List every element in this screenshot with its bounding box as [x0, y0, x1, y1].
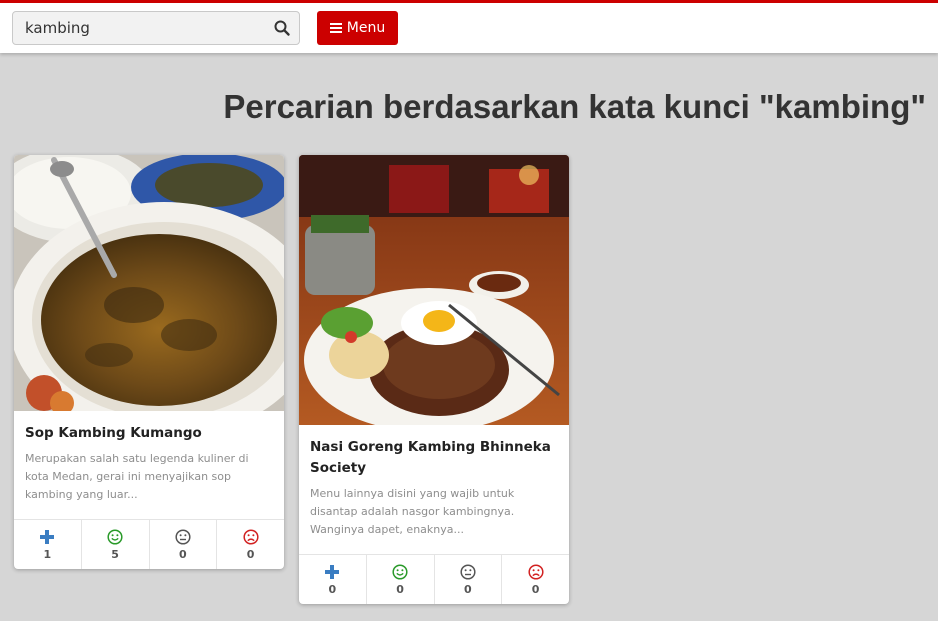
result-card[interactable]: Sop Kambing Kumango Merupakan salah satu… [14, 155, 284, 569]
card-stats: 1 5 0 0 [14, 519, 284, 569]
add-count: 1 [43, 547, 52, 561]
sad-count: 0 [531, 582, 540, 596]
happy-stat[interactable]: 0 [367, 555, 435, 604]
result-card[interactable]: Nasi Goreng Kambing Bhinneka Society Men… [299, 155, 569, 604]
plus-icon [40, 529, 55, 544]
food-photo-sop-kambing[interactable] [14, 155, 284, 411]
card-title[interactable]: Nasi Goreng Kambing Bhinneka Society [310, 437, 558, 479]
neutral-stat[interactable]: 0 [435, 555, 503, 604]
menu-button[interactable]: Menu [317, 11, 398, 45]
page-title: Percarian berdasarkan kata kunci "kambin… [223, 88, 926, 125]
neutral-count: 0 [179, 547, 187, 561]
sad-stat[interactable]: 0 [217, 520, 284, 569]
plus-icon [325, 564, 340, 579]
smile-icon [392, 563, 408, 580]
add-count: 0 [328, 582, 337, 596]
hamburger-icon [329, 23, 342, 33]
card-description: Menu lainnya disini yang wajib untuk dis… [310, 487, 515, 536]
sad-count: 0 [246, 547, 255, 561]
card-description: Merupakan salah satu legenda kuliner di … [25, 452, 249, 501]
neutral-count: 0 [464, 582, 472, 596]
search-icon[interactable] [273, 19, 291, 37]
card-stats: 0 0 0 0 [299, 554, 569, 604]
neutral-stat[interactable]: 0 [150, 520, 218, 569]
happy-count: 0 [396, 582, 404, 596]
happy-count: 5 [111, 547, 119, 561]
smile-icon [107, 528, 123, 545]
sad-stat[interactable]: 0 [502, 555, 569, 604]
search-input[interactable] [13, 12, 263, 44]
neutral-face-icon [175, 528, 191, 545]
add-stat[interactable]: 1 [14, 520, 82, 569]
add-stat[interactable]: 0 [299, 555, 367, 604]
neutral-face-icon [460, 563, 476, 580]
card-title[interactable]: Sop Kambing Kumango [25, 423, 273, 444]
frown-icon [528, 563, 544, 580]
food-photo-nasi-goreng[interactable] [299, 155, 569, 425]
frown-icon [243, 528, 259, 545]
menu-button-label: Menu [346, 20, 386, 36]
top-navbar: Menu [0, 0, 938, 53]
happy-stat[interactable]: 5 [82, 520, 150, 569]
search-box [12, 11, 300, 45]
